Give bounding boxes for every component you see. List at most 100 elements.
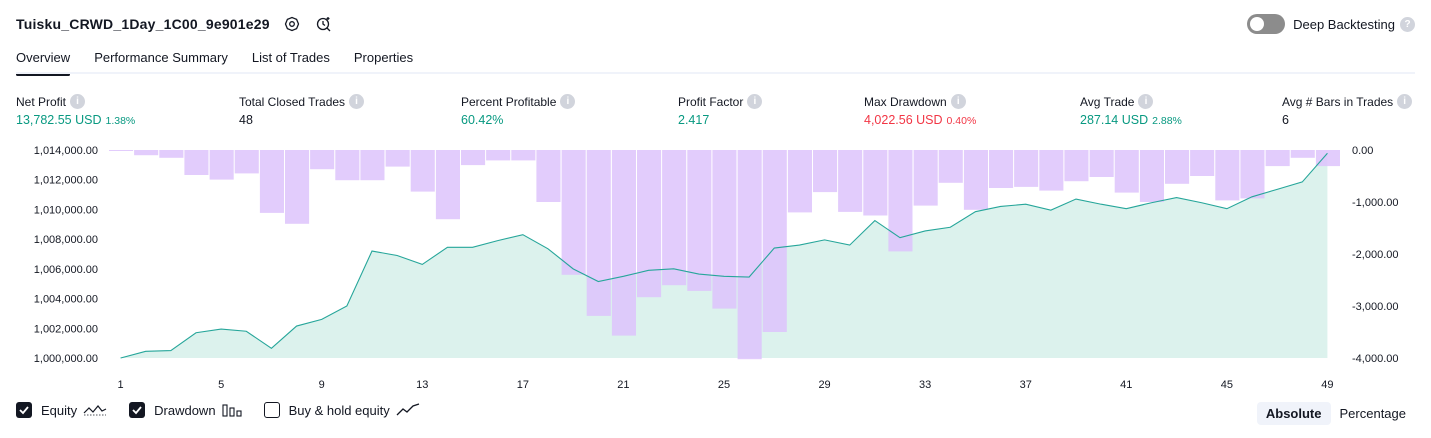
buy-hold-toggle[interactable]: Buy & hold equity bbox=[263, 402, 420, 418]
x-tick: 25 bbox=[718, 379, 730, 391]
drawdown-bar bbox=[1240, 150, 1265, 199]
toggle-knob bbox=[1250, 17, 1265, 31]
metric-label: Net Profit bbox=[16, 94, 67, 109]
tab-properties[interactable]: Properties bbox=[354, 44, 413, 75]
buy-hold-checkbox[interactable] bbox=[263, 402, 280, 418]
info-icon[interactable]: i bbox=[70, 94, 86, 109]
x-tick: 17 bbox=[517, 379, 529, 391]
drawdown-bar bbox=[913, 150, 938, 206]
metric-label: Percent Profitable bbox=[461, 94, 557, 109]
x-tick: 45 bbox=[1221, 379, 1233, 391]
drawdown-bar bbox=[662, 150, 687, 286]
x-tick: 21 bbox=[617, 379, 629, 391]
deep-backtesting-label: Deep Backtesting bbox=[1293, 16, 1395, 32]
drawdown-bar bbox=[989, 150, 1014, 188]
info-icon[interactable]: i bbox=[747, 94, 763, 109]
x-tick: 37 bbox=[1020, 379, 1032, 391]
source-code-icon[interactable] bbox=[314, 14, 334, 34]
metric-label: Max Drawdown bbox=[864, 94, 947, 109]
percentage-button[interactable]: Percentage bbox=[1331, 402, 1416, 425]
drawdown-bar bbox=[611, 150, 636, 336]
drawdown-bar bbox=[486, 150, 511, 161]
drawdown-bar bbox=[134, 150, 159, 156]
drawdown-bar bbox=[385, 150, 410, 167]
drawdown-bar bbox=[310, 150, 335, 170]
drawdown-bar bbox=[1190, 150, 1215, 176]
help-icon[interactable]: ? bbox=[1400, 16, 1415, 32]
drawdown-bar bbox=[1165, 150, 1190, 184]
metric-label: Avg # Bars in Trades bbox=[1282, 94, 1394, 109]
equity-checkbox[interactable] bbox=[16, 402, 32, 418]
y-tick-left: 1,006,000.00 bbox=[34, 264, 98, 276]
x-tick: 49 bbox=[1321, 379, 1333, 391]
drawdown-bar bbox=[1114, 150, 1139, 193]
info-icon[interactable]: i bbox=[349, 94, 365, 109]
absolute-button[interactable]: Absolute bbox=[1256, 402, 1331, 425]
drawdown-checkbox[interactable] bbox=[129, 402, 146, 418]
y-tick-left: 1,010,000.00 bbox=[34, 204, 98, 216]
equity-label: Equity bbox=[41, 402, 78, 418]
drawdown-bar bbox=[762, 150, 787, 332]
info-icon[interactable]: i bbox=[1397, 94, 1413, 109]
x-tick: 29 bbox=[818, 379, 830, 391]
drawdown-bar bbox=[586, 150, 611, 316]
metric-avg-bars-in-trades: Avg # Bars in Trades i 6 bbox=[1282, 94, 1413, 127]
equity-toggle[interactable]: Equity bbox=[16, 402, 107, 418]
drawdown-bar bbox=[888, 150, 913, 252]
header: Tuisku_CRWD_1Day_1C00_9e901e29 bbox=[16, 12, 334, 36]
tab-overview[interactable]: Overview bbox=[16, 44, 71, 76]
drawdown-bar bbox=[1064, 150, 1089, 182]
drawdown-bar bbox=[1139, 150, 1164, 202]
drawdown-toggle[interactable]: Drawdown bbox=[129, 402, 242, 418]
metric-avg-trade: Avg Trade i 287.14 USD 2.88% bbox=[1080, 94, 1182, 127]
y-tick-right: 0.00 bbox=[1352, 145, 1373, 157]
drawdown-bar bbox=[712, 150, 737, 309]
buy-hold-line-icon bbox=[396, 403, 420, 417]
y-tick-right: -1,000.00 bbox=[1352, 197, 1398, 209]
equity-line-icon bbox=[83, 403, 107, 417]
metric-profit-factor: Profit Factor i 2.417 bbox=[678, 94, 763, 127]
metric-value: 2.417 bbox=[678, 113, 710, 127]
drawdown-bar bbox=[787, 150, 812, 213]
y-tick-left: 1,008,000.00 bbox=[34, 234, 98, 246]
drawdown-bar bbox=[410, 150, 435, 192]
metric-value: 4,022.56 USD bbox=[864, 113, 943, 127]
drawdown-bar bbox=[159, 150, 184, 158]
info-icon[interactable]: i bbox=[1138, 94, 1154, 109]
strategy-title: Tuisku_CRWD_1Day_1C00_9e901e29 bbox=[16, 16, 270, 32]
drawdown-bar bbox=[1315, 150, 1340, 167]
metric-label: Profit Factor bbox=[678, 94, 744, 109]
drawdown-bar bbox=[184, 150, 209, 175]
equity-drawdown-chart[interactable]: 1,000,000.00 1,002,000.00 1,004,000.00 1,00… bbox=[0, 138, 1431, 398]
drawdown-bar bbox=[813, 150, 838, 193]
drawdown-bar bbox=[1039, 150, 1064, 191]
deep-backtesting-toggle[interactable] bbox=[1247, 14, 1286, 34]
drawdown-bar bbox=[1290, 150, 1315, 158]
y-tick-left: 1,012,000.00 bbox=[34, 175, 98, 187]
settings-icon[interactable] bbox=[282, 14, 302, 34]
drawdown-bar bbox=[285, 150, 310, 224]
drawdown-label: Drawdown bbox=[154, 402, 216, 418]
drawdown-bar bbox=[536, 150, 561, 202]
drawdown-bar bbox=[1265, 150, 1290, 167]
value-mode-switch: Absolute Percentage bbox=[1256, 402, 1416, 425]
x-tick: 33 bbox=[919, 379, 931, 391]
info-icon[interactable]: i bbox=[560, 94, 576, 109]
x-tick: 41 bbox=[1120, 379, 1132, 391]
metric-value: 60.42% bbox=[461, 113, 504, 127]
drawdown-bar bbox=[511, 150, 536, 161]
info-icon[interactable]: i bbox=[950, 94, 966, 109]
drawdown-bar bbox=[737, 150, 762, 360]
metric-value: 48 bbox=[239, 113, 253, 127]
y-tick-right: -3,000.00 bbox=[1352, 301, 1398, 313]
tab-divider bbox=[16, 72, 1415, 74]
tab-performance-summary[interactable]: Performance Summary bbox=[94, 44, 228, 75]
drawdown-bar bbox=[1014, 150, 1039, 187]
drawdown-bar bbox=[838, 150, 863, 212]
drawdown-bar bbox=[1089, 150, 1114, 177]
metric-label: Total Closed Trades bbox=[239, 94, 346, 109]
tab-list-of-trades[interactable]: List of Trades bbox=[252, 44, 330, 75]
drawdown-bar bbox=[360, 150, 385, 181]
y-tick-left: 1,002,000.00 bbox=[34, 323, 98, 335]
drawdown-bar bbox=[234, 150, 259, 174]
